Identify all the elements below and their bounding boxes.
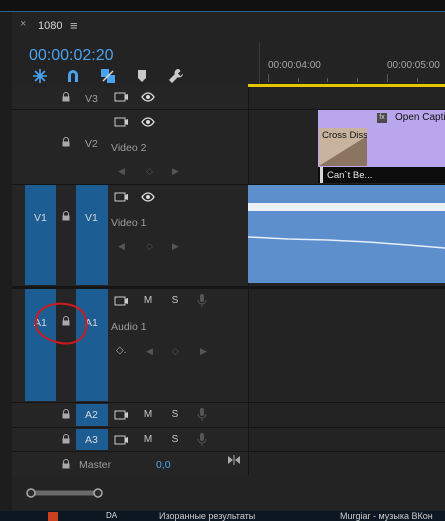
ruler-tick — [327, 78, 328, 82]
sync-lock-icon[interactable] — [114, 409, 128, 420]
magnet-icon[interactable] — [64, 68, 82, 84]
close-tab-icon[interactable]: × — [20, 18, 26, 30]
prev-keyframe-icon[interactable]: ◀ — [118, 166, 125, 177]
sync-lock-icon[interactable] — [114, 434, 128, 445]
linked-selection-icon[interactable] — [99, 68, 117, 84]
add-keyframe-icon[interactable]: ◇ — [146, 166, 153, 177]
sequence-tab-title[interactable]: 1080 — [38, 20, 62, 32]
source-patch-v1[interactable] — [25, 185, 56, 285]
ruler-tick — [417, 78, 418, 82]
track-label-a3: A3 — [85, 434, 98, 446]
track-label-v1: V1 — [85, 212, 98, 224]
caption-text: Can`t Be... — [327, 170, 373, 181]
eye-icon[interactable] — [141, 91, 155, 102]
lock-icon[interactable] — [61, 92, 71, 102]
next-keyframe-icon[interactable]: ▶ — [172, 241, 179, 252]
caption-clip-title: Open Caption — [395, 112, 445, 123]
taskbar-item-favorites[interactable]: Изоранные результаты — [159, 511, 255, 521]
mute-button[interactable]: M — [141, 294, 155, 306]
zoom-scrollbar[interactable] — [25, 488, 105, 498]
track-separator — [12, 451, 445, 452]
ruler-tick — [357, 78, 358, 82]
add-keyframe-icon[interactable]: ◇ — [172, 346, 179, 357]
panel-menu-icon[interactable]: ≡ — [70, 18, 78, 33]
voiceover-mic-icon[interactable] — [197, 408, 207, 424]
taskbar-app-icon[interactable] — [48, 512, 58, 521]
track-label-v2[interactable]: V2 — [85, 138, 98, 150]
master-track-label: Master — [79, 459, 112, 471]
lock-icon[interactable] — [61, 459, 71, 469]
fx-badge: fx — [377, 113, 387, 123]
work-area-bar[interactable] — [248, 84, 445, 87]
mute-button[interactable]: M — [141, 433, 155, 445]
eye-icon[interactable] — [141, 116, 155, 127]
ruler-label-2: 00:00:05:00 — [387, 60, 440, 71]
track-name-a1[interactable]: Audio 1 — [111, 321, 147, 333]
add-keyframe-icon[interactable]: ◇ — [146, 241, 153, 252]
voiceover-mic-icon[interactable] — [197, 294, 207, 310]
track-separator — [12, 427, 445, 428]
clip-edge-marker — [320, 167, 323, 183]
go-to-end-icon[interactable] — [227, 455, 241, 468]
clip-header-bar — [248, 203, 445, 211]
lock-icon[interactable] — [61, 409, 71, 419]
sync-lock-icon[interactable] — [114, 191, 128, 202]
prev-keyframe-icon[interactable]: ◀ — [146, 346, 153, 357]
timeline-start-edge — [259, 42, 260, 84]
keyframe-mode-icon[interactable]: ◇. — [116, 345, 126, 356]
track-separator — [12, 402, 445, 403]
track-name-v1[interactable]: Video 1 — [111, 217, 146, 229]
cross-dissolve-transition[interactable]: Cross Disso — [319, 128, 367, 166]
prev-keyframe-icon[interactable]: ◀ — [118, 241, 125, 252]
ruler-tick — [298, 78, 299, 82]
solo-button[interactable]: S — [168, 294, 182, 306]
playhead-timecode[interactable]: 00:00:02:20 — [29, 47, 114, 65]
lock-icon[interactable] — [61, 137, 71, 147]
lock-icon[interactable] — [61, 211, 71, 221]
red-annotation-circle — [34, 302, 88, 345]
sync-lock-icon[interactable] — [114, 91, 128, 102]
snap-icon[interactable] — [31, 68, 49, 84]
ruler-tick — [387, 74, 388, 82]
voiceover-mic-icon[interactable] — [197, 433, 207, 449]
transition-label: Cross Disso — [322, 130, 367, 141]
sync-lock-icon[interactable] — [114, 295, 128, 306]
wrench-icon[interactable] — [167, 68, 185, 84]
track-name-v2[interactable]: Video 2 — [111, 142, 146, 154]
next-keyframe-icon[interactable]: ▶ — [200, 346, 207, 357]
solo-button[interactable]: S — [168, 408, 182, 420]
eye-icon[interactable] — [141, 191, 155, 202]
track-label-a2: A2 — [85, 409, 98, 421]
track-target-v1[interactable] — [76, 185, 108, 285]
source-label-v1: V1 — [34, 212, 47, 224]
sync-lock-icon[interactable] — [114, 116, 128, 127]
mute-button[interactable]: M — [141, 408, 155, 420]
master-volume-value[interactable]: 0,0 — [156, 459, 171, 471]
taskbar-item-music[interactable]: Murgiar - музыка ВКон — [340, 511, 445, 521]
ruler-label-1: 00:00:04:00 — [268, 60, 321, 71]
taskbar-da[interactable]: DA — [106, 511, 117, 520]
solo-button[interactable]: S — [168, 433, 182, 445]
ruler-tick — [268, 74, 269, 82]
next-keyframe-icon[interactable]: ▶ — [172, 166, 179, 177]
opacity-rubber-band[interactable] — [248, 230, 445, 250]
track-label-v3[interactable]: V3 — [85, 93, 98, 105]
lock-icon[interactable] — [61, 434, 71, 444]
marker-icon[interactable] — [133, 68, 151, 84]
